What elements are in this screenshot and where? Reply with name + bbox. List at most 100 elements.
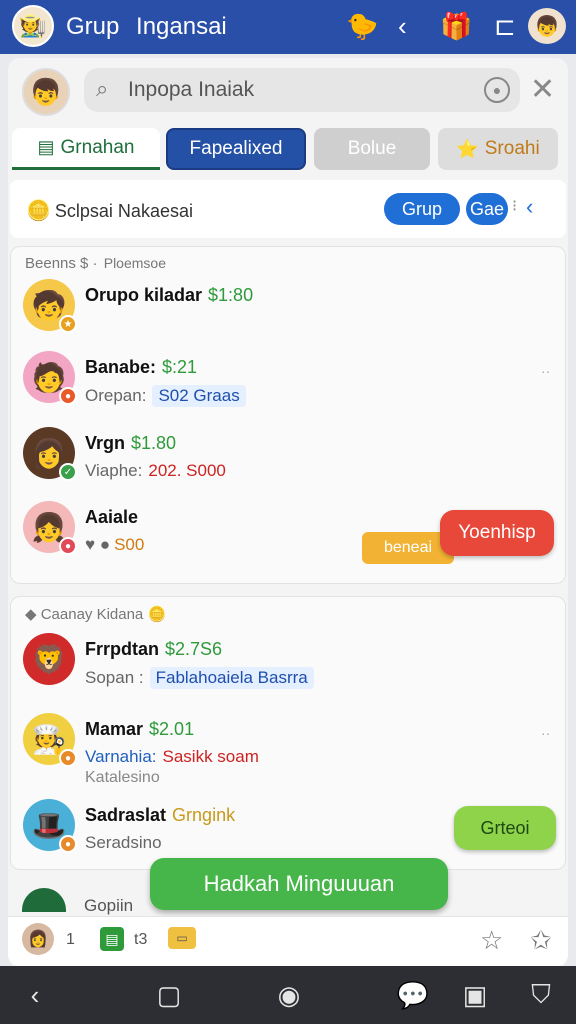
ticket-icon[interactable]: ▭ bbox=[168, 927, 196, 949]
list-item[interactable]: 🧒 ★ Orupo kiladar $1:80 bbox=[11, 271, 567, 341]
section-subheader: Ploemsoe bbox=[103, 255, 166, 271]
gift-icon[interactable]: 🎁 bbox=[440, 8, 472, 44]
row-amount: $2.01 bbox=[149, 719, 195, 739]
home-icon[interactable]: ◉ bbox=[272, 978, 306, 1012]
row-amount: $2.7S6 bbox=[165, 639, 223, 659]
peek-avatar bbox=[22, 888, 66, 912]
duck-icon[interactable]: 🐤 bbox=[346, 8, 378, 44]
row-name: Vrgn bbox=[85, 433, 126, 453]
row-name: Sadraslat bbox=[85, 805, 167, 825]
row-sub: Varnahia: bbox=[85, 747, 157, 766]
avatar: 🧒 ★ bbox=[23, 279, 77, 333]
avatar: 🎩 ● bbox=[23, 799, 77, 853]
square-icon[interactable]: ▢ bbox=[152, 978, 186, 1012]
tab-label: Sroahi bbox=[484, 138, 540, 159]
avatar: 🧑‍🍳 ● bbox=[23, 713, 77, 767]
coin-icon: 🪙 bbox=[147, 606, 167, 623]
avatar: 🦁 bbox=[23, 633, 75, 685]
chat-icon[interactable]: 💬 bbox=[396, 978, 430, 1012]
list-item[interactable]: 🧑 ● Banabe: $:21 Orepan: S02 Graas ·· bbox=[11, 343, 567, 413]
badge-icon: ● bbox=[59, 387, 77, 405]
count-2: t3 bbox=[134, 931, 148, 948]
list-icon: ▤ bbox=[37, 137, 55, 157]
row-value: 202. S000 bbox=[148, 461, 226, 480]
row-sub-extra: Katalesino bbox=[85, 769, 160, 786]
row-amount: Grngink bbox=[172, 805, 236, 825]
chip-grup[interactable]: Grup bbox=[384, 193, 460, 225]
filter-bar: 🪙 Sclpsai Nakaesai Grup Gae ⁝ ‹ bbox=[10, 180, 566, 238]
my-avatar[interactable]: 👦 bbox=[22, 68, 70, 116]
mini-avatar[interactable]: 👩 bbox=[22, 923, 54, 955]
tab-label: Fapealixed bbox=[189, 138, 283, 159]
avatar: 👧 ● bbox=[23, 501, 77, 555]
calendar-icon[interactable]: ▣ bbox=[458, 978, 492, 1012]
star-icon: ⭐ bbox=[456, 138, 479, 159]
section-header: Beenns $ · Ploemsoe bbox=[25, 255, 166, 272]
tab-fapealixed[interactable]: Fapealixed bbox=[166, 128, 306, 170]
badge-icon: ✓ bbox=[59, 463, 77, 481]
system-nav-bar: ‹ ▢ ◉ 💬 ▣ ⛉ bbox=[0, 966, 576, 1024]
tab-sroahi[interactable]: ⭐ Sroahi bbox=[438, 128, 558, 170]
more-icon[interactable]: ·· bbox=[541, 725, 550, 741]
row-value: S00 bbox=[114, 535, 145, 554]
action-bubble-green[interactable]: Grteoi bbox=[454, 806, 556, 850]
row-name: Orupo kiladar bbox=[85, 285, 203, 305]
tab-bar: ▤ Grnahan Fapealixed Bolue ⭐ Sroahi bbox=[8, 126, 568, 176]
row-name: Frrpdtan bbox=[85, 639, 159, 659]
tab-grnahan[interactable]: ▤ Grnahan bbox=[12, 128, 160, 170]
action-bubble-red[interactable]: Yoenhisp bbox=[440, 510, 554, 556]
heart-icon: ♥ ● bbox=[85, 535, 111, 554]
peek-text: Gopiin bbox=[84, 896, 134, 915]
row-sub: Sopan : bbox=[85, 668, 144, 687]
row-value: Sasikk soam bbox=[162, 747, 259, 766]
row-sub: Orepan: bbox=[85, 386, 147, 405]
chevron-left-icon[interactable]: ‹ bbox=[526, 194, 533, 220]
row-amount: $1.80 bbox=[131, 433, 177, 453]
search-box: ⌕ ● bbox=[84, 68, 520, 112]
star-outline-icon[interactable]: ☆ bbox=[480, 925, 503, 956]
list-item[interactable]: 🦁 Frrpdtan $2.7S6 Sopan : Fablahoaiela Bas… bbox=[11, 625, 567, 695]
row-name: Mamar bbox=[85, 719, 144, 739]
coin-icon: 🪙 bbox=[26, 200, 51, 222]
more-icon[interactable]: ·· bbox=[541, 363, 550, 379]
back-arrow-icon[interactable]: ‹ bbox=[398, 8, 407, 44]
primary-action-button[interactable]: Hadkah Minguuuan bbox=[150, 858, 448, 910]
row-amount: $:21 bbox=[162, 357, 198, 377]
badge-icon: ● bbox=[59, 749, 77, 767]
badge-icon: ● bbox=[59, 537, 77, 555]
star-badge-icon[interactable]: ✩ bbox=[530, 925, 552, 956]
row-pill: Fablahoaiela Basrra bbox=[149, 667, 314, 689]
list-item[interactable]: 🧑‍🍳 ● Mamar $2.01 Varnahia: Sasikk soam Kat… bbox=[11, 705, 567, 786]
badge-icon: ★ bbox=[59, 315, 77, 333]
close-icon[interactable]: ✕ bbox=[530, 72, 555, 107]
tab-bolue[interactable]: Bolue bbox=[314, 128, 430, 170]
count-1: 1 bbox=[66, 931, 75, 948]
bottom-strip: 👩 1 ▤ t3 ▭ ☆ ✩ bbox=[8, 916, 568, 966]
profile-icon[interactable]: 👦 bbox=[528, 8, 566, 44]
page-title: Grup Ingansai bbox=[66, 13, 227, 40]
section-header: ◆ Caanay Kidana 🪙 bbox=[25, 606, 167, 623]
list-icon[interactable]: ▤ bbox=[100, 927, 124, 951]
filter-label: 🪙 Sclpsai Nakaesai bbox=[26, 200, 193, 222]
shield-icon[interactable]: ⛉ bbox=[524, 978, 558, 1012]
search-icon: ⌕ bbox=[96, 76, 109, 101]
clear-search-icon[interactable]: ● bbox=[484, 77, 510, 103]
row-name: Banabe: bbox=[85, 357, 157, 377]
app-bar: 🧑‍🌾 Grup Ingansai 🐤 ‹ 🎁 ⊏ 👦 bbox=[0, 0, 576, 54]
bracket-icon[interactable]: ⊏ bbox=[494, 8, 516, 44]
badge-icon: ● bbox=[59, 835, 77, 853]
row-sub: Viaphe: bbox=[85, 461, 143, 480]
search-input[interactable] bbox=[128, 76, 468, 104]
row-pill: S02 Graas bbox=[152, 385, 246, 407]
row-amount: $1:80 bbox=[208, 285, 254, 305]
main-sheet: 👦 ⌕ ● ✕ ▤ Grnahan Fapealixed Bolue ⭐ Sro… bbox=[8, 58, 568, 968]
back-icon[interactable]: ‹ bbox=[18, 978, 52, 1012]
tab-label: Grnahan bbox=[60, 136, 135, 158]
chip-gae[interactable]: Gae bbox=[466, 193, 508, 225]
avatar: 👩 ✓ bbox=[23, 427, 77, 481]
row-sub: Seradsino bbox=[85, 833, 162, 852]
group-avatar[interactable]: 🧑‍🌾 bbox=[12, 5, 54, 47]
list-item[interactable]: 👩 ✓ Vrgn $1.80 Viaphe: 202. S000 bbox=[11, 419, 567, 489]
search-row: 👦 ⌕ ● ✕ bbox=[8, 58, 568, 126]
tab-label: Bolue bbox=[347, 138, 397, 159]
